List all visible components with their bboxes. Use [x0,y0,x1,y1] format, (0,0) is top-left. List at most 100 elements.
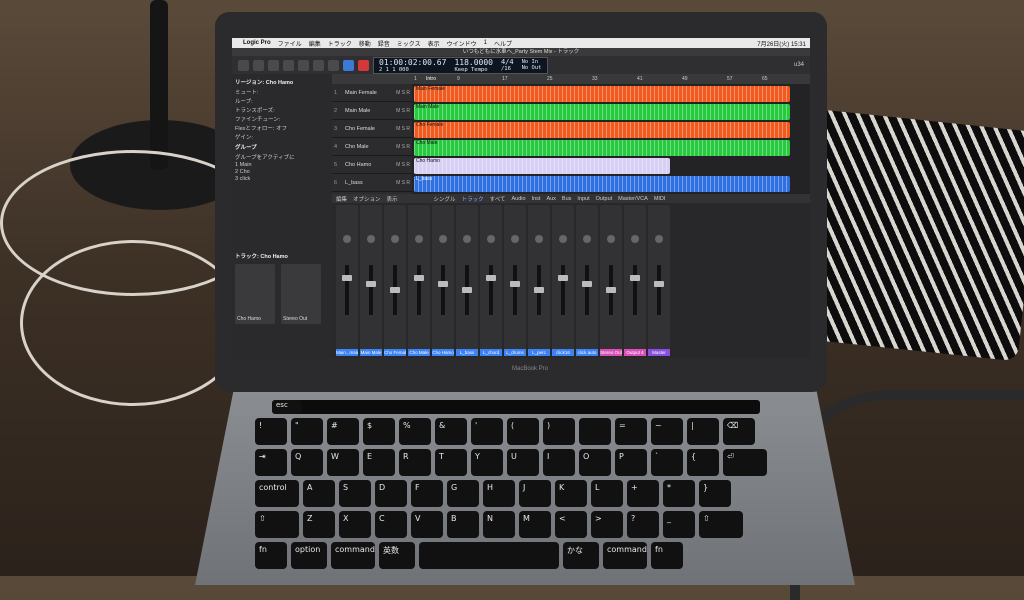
key[interactable]: + [627,480,659,507]
pan-knob[interactable] [583,235,591,243]
group-row[interactable]: 2 Cho [235,169,329,175]
view-filter-active[interactable]: トラック [462,195,484,203]
view-filter[interactable]: すべて [490,195,506,203]
rewind-button[interactable] [328,59,339,71]
key[interactable]: R [399,449,431,476]
key[interactable]: command [331,542,375,569]
view-filter[interactable]: シングル [434,195,456,203]
pan-knob[interactable] [607,235,615,243]
key[interactable]: かな [563,542,599,569]
mixer-button[interactable] [298,59,309,71]
key[interactable] [579,418,611,445]
smart-controls-button[interactable] [283,59,294,71]
mute-solo-record[interactable]: M S R [396,126,410,132]
inspector-button[interactable] [253,59,264,71]
pan-knob[interactable] [415,235,423,243]
channel-strip[interactable]: click auto [576,205,598,356]
fader-cap[interactable] [462,287,472,293]
fader-cap[interactable] [342,275,352,281]
key[interactable]: E [363,449,395,476]
channel-strip[interactable]: click16 [552,205,574,356]
channel-strip[interactable]: Main Male [360,205,382,356]
key[interactable]: F [411,480,443,507]
view-filter[interactable]: Output [596,196,613,202]
pan-knob[interactable] [367,235,375,243]
key[interactable]: ~ [651,418,683,445]
view-filter[interactable]: Input [577,196,589,202]
fader-cap[interactable] [630,275,640,281]
volume-fader-track[interactable] [633,265,637,315]
fader-cap[interactable] [534,287,544,293]
fader-cap[interactable] [414,275,424,281]
play-button[interactable] [343,59,354,71]
key[interactable]: D [375,480,407,507]
channel-strip[interactable]: Cho Hamo [432,205,454,356]
inspector-row[interactable]: ミュート: [235,88,329,96]
menubar-clock[interactable]: 7月26日(火) 15:31 [757,39,806,48]
key[interactable]: M [519,511,551,538]
audio-region[interactable]: Cho Female [414,122,790,138]
key[interactable]: ⇧ [699,511,743,538]
fader-cap[interactable] [582,281,592,287]
menu-item[interactable]: 録音 [378,39,390,48]
fader-cap[interactable] [366,281,376,287]
view-filter[interactable]: Audio [511,196,525,202]
view-filter[interactable]: Master/VCA [618,196,648,202]
inspector-row[interactable]: ゲイン: [235,133,329,141]
channel-strip[interactable]: L_perc [528,205,550,356]
key[interactable]: H [483,480,515,507]
group-row[interactable]: 3 click [235,176,329,182]
key[interactable]: command [603,542,647,569]
key[interactable]: U [507,449,539,476]
key[interactable]: _ [663,511,695,538]
volume-fader-track[interactable] [585,265,589,315]
key[interactable]: & [435,418,467,445]
volume-fader-track[interactable] [345,265,349,315]
key[interactable]: * [663,480,695,507]
group-active-checkbox[interactable]: グループをアクティブに [235,153,329,161]
fader-cap[interactable] [438,281,448,287]
key[interactable]: fn [255,542,287,569]
volume-fader-track[interactable] [513,265,517,315]
channel-strip[interactable]: Master [648,205,670,356]
fader-cap[interactable] [654,281,664,287]
key[interactable]: ( [507,418,539,445]
menu-item[interactable]: ヘルプ [494,39,512,48]
mute-solo-record[interactable]: M S R [396,162,410,168]
pan-knob[interactable] [439,235,447,243]
key[interactable]: ⇧ [255,511,299,538]
key[interactable]: control [255,480,299,507]
audio-region[interactable]: L_bass [414,176,790,192]
region-header[interactable]: リージョン: Cho Hamo [235,78,329,86]
audio-region[interactable]: Cho Male [414,140,790,156]
library-button[interactable] [238,59,249,71]
track-header-row[interactable]: 1 Main Female M S R [332,84,412,102]
key[interactable]: fn [651,542,683,569]
track-header-row[interactable]: 2 Main Male M S R [332,102,412,120]
inspector-row[interactable]: Flexとフォロー: オフ [235,124,329,132]
mixer-menu[interactable]: オプション [353,195,381,203]
fader-cap[interactable] [558,275,568,281]
lcd-display[interactable]: 01:00:02:00.67 2 1 1 000 118.0000 Keep T… [373,56,548,74]
track-lanes[interactable]: 1 Intro 9 17 25 33 41 49 57 65 Main Fema… [412,74,810,194]
record-button[interactable] [358,59,369,71]
menu-item[interactable]: ミックス [397,39,421,48]
pan-knob[interactable] [343,235,351,243]
channel-strip[interactable]: Cho Female [384,205,406,356]
toolbar-button[interactable] [268,59,279,71]
channel-strip[interactable]: L_chord [480,205,502,356]
pan-knob[interactable] [463,235,471,243]
key[interactable]: " [291,418,323,445]
audio-region[interactable]: Main Male [414,104,790,120]
marker-label[interactable]: Intro [426,76,436,82]
mute-solo-record[interactable]: M S R [396,108,410,114]
editors-button[interactable] [313,59,324,71]
key[interactable]: ) [543,418,575,445]
key[interactable]: option [291,542,327,569]
key[interactable]: Q [291,449,323,476]
view-filter[interactable]: Bus [562,196,571,202]
key[interactable] [419,542,559,569]
key[interactable]: ⇥ [255,449,287,476]
bar-ruler[interactable]: 1 Intro 9 17 25 33 41 49 57 65 [412,74,810,84]
esc-key[interactable]: esc [272,400,302,414]
